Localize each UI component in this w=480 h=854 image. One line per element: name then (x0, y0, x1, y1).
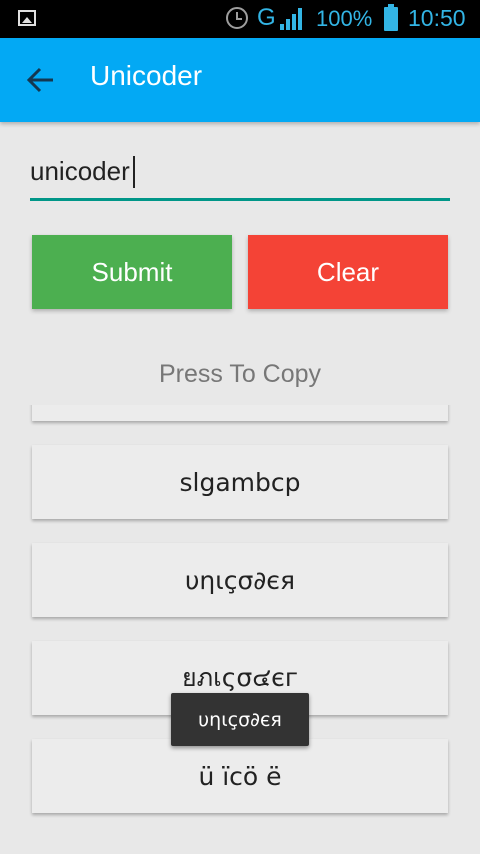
text-input[interactable] (30, 150, 450, 192)
copy-toast: υηιçσ∂єя (171, 693, 309, 746)
app-bar: Unicoder (0, 38, 480, 122)
submit-button[interactable]: Submit (32, 235, 232, 309)
text-cursor (133, 156, 135, 188)
input-underline (30, 198, 450, 201)
result-item[interactable]: slgambcp (32, 445, 448, 519)
clear-button[interactable]: Clear (248, 235, 448, 309)
alarm-icon (226, 7, 248, 29)
arrow-back-icon[interactable] (26, 66, 56, 94)
battery-icon (384, 4, 398, 31)
result-item[interactable]: υηιçσ∂єя (32, 543, 448, 617)
network-type: G (257, 4, 276, 31)
result-list[interactable]: slgambcp υηιçσ∂єя ยภเςσ๔єг ü ïcö ë (0, 405, 480, 854)
result-item[interactable] (32, 405, 448, 421)
section-header: Press To Copy (158, 360, 322, 388)
status-bar: G 100% 10:50 (0, 0, 480, 38)
result-item[interactable]: ü ïcö ë (32, 739, 448, 813)
page-title: Unicoder (90, 60, 203, 91)
battery-percent: 100% (316, 6, 373, 31)
signal-icon (280, 8, 302, 30)
image-icon (18, 10, 36, 26)
clock-time: 10:50 (408, 5, 466, 31)
